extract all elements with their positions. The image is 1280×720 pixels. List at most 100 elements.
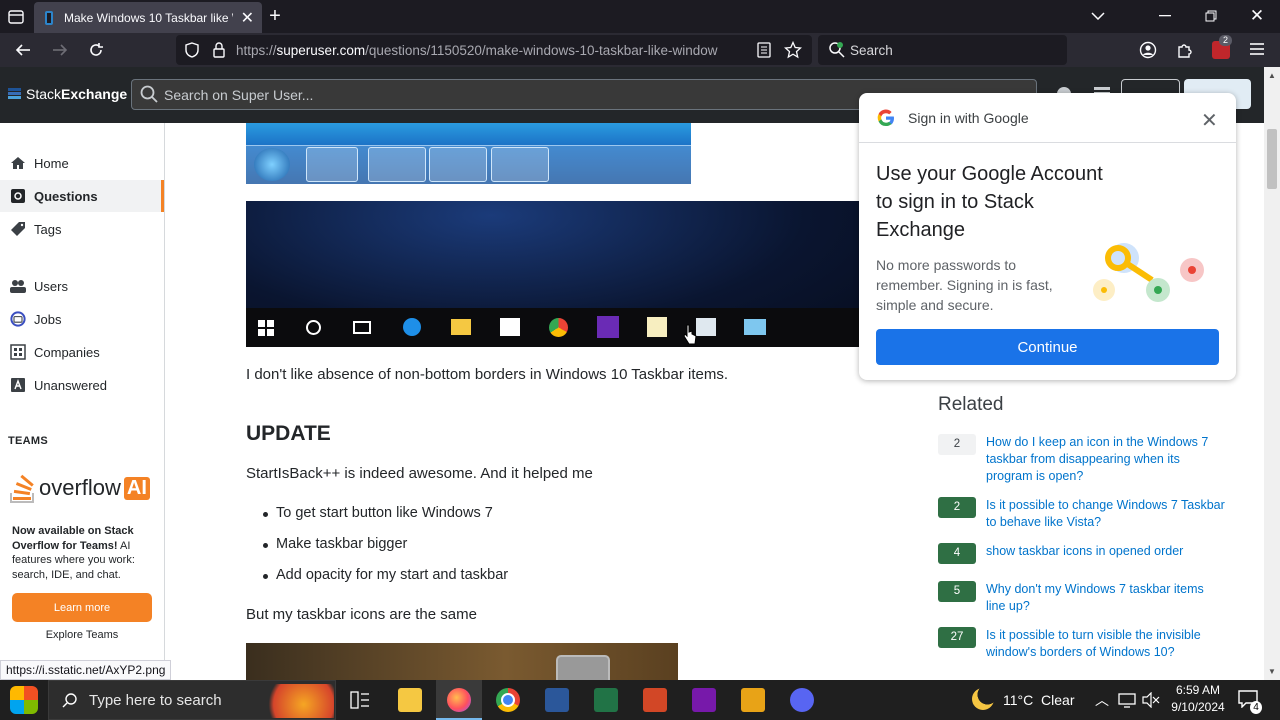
users-icon <box>10 279 26 293</box>
post-paragraph-2: StartIsBack++ is indeed awesome. And it … <box>246 465 593 482</box>
forward-arrow-icon[interactable] <box>50 40 70 60</box>
sidebar-item-unanswered[interactable]: Unanswered <box>0 369 164 401</box>
notepad-icon <box>647 317 667 337</box>
related-item[interactable]: 2 Is it possible to change Windows 7 Task… <box>938 497 1238 531</box>
file-explorer-taskbar-icon[interactable] <box>398 688 422 712</box>
system-clock[interactable]: 6:59 AM 9/10/2024 <box>1163 682 1233 716</box>
new-tab-icon[interactable]: + <box>265 5 285 27</box>
sidebar-item-label: Questions <box>34 188 98 204</box>
sidebar-item-users[interactable]: Users <box>0 270 164 302</box>
sidebar-item-label: Home <box>34 155 69 171</box>
bookmark-star-icon[interactable] <box>784 41 802 59</box>
restore-icon[interactable] <box>1201 6 1221 26</box>
tracking-protection-icon[interactable] <box>184 42 200 58</box>
stack-overflow-icon <box>10 474 34 503</box>
sidebar-item-home[interactable]: Home <box>0 147 164 179</box>
list-all-tabs-icon[interactable] <box>1088 6 1108 26</box>
word-taskbar-icon[interactable] <box>545 688 569 712</box>
scroll-down-icon[interactable]: ▼ <box>1268 667 1276 676</box>
powerpoint-taskbar-icon[interactable] <box>643 688 667 712</box>
related-score-badge: 2 <box>938 497 976 518</box>
related-link-line: to behave like Vista? <box>986 515 1102 529</box>
outlook-taskbar-icon[interactable] <box>741 688 765 712</box>
post-paragraph-1: I don't like absence of non-bottom borde… <box>246 366 728 383</box>
related-question-link[interactable]: Is it possible to turn visible the invis… <box>986 627 1201 661</box>
related-link-line: Is it possible to turn visible the invis… <box>986 628 1201 642</box>
account-icon[interactable] <box>1139 41 1157 59</box>
related-link-line: line up? <box>986 599 1030 613</box>
related-question-link[interactable]: Is it possible to change Windows 7 Taskb… <box>986 497 1225 531</box>
related-link-line: Is it possible to change Windows 7 Taskb… <box>986 498 1225 512</box>
related-link-line: taskbar from disappearing when its <box>986 452 1180 466</box>
related-item[interactable]: 4 show taskbar icons in opened order <box>938 543 1238 564</box>
related-item[interactable]: 2 How do I keep an icon in the Windows 7 t… <box>938 434 1238 485</box>
sidebar-item-jobs[interactable]: Jobs <box>0 303 164 335</box>
stackexchange-logo[interactable]: StackExchange <box>8 86 127 102</box>
taskbar-icons-screenshot <box>246 643 678 680</box>
taskbar-search-icon <box>62 692 78 708</box>
google-g-icon <box>876 108 896 128</box>
url-path: /questions/1150520/make-windows-10-taskb… <box>365 42 718 58</box>
start-button-icon[interactable] <box>10 686 38 714</box>
google-popup-close-icon[interactable]: ✕ <box>1201 108 1218 133</box>
sidebar-item-companies[interactable]: Companies <box>0 336 164 368</box>
sidebar-item-label: Companies <box>34 344 100 360</box>
lock-icon[interactable] <box>212 42 226 58</box>
edge-icon <box>403 318 421 336</box>
related-score-badge: 4 <box>938 543 976 564</box>
related-question-link[interactable]: show taskbar icons in opened order <box>986 543 1183 564</box>
ai-wordmark: AI <box>123 476 150 500</box>
chrome-icon-in-screenshot <box>549 318 568 337</box>
related-question-link[interactable]: How do I keep an icon in the Windows 7 ta… <box>986 434 1208 485</box>
excel-taskbar-icon[interactable] <box>594 688 618 712</box>
minimize-icon[interactable] <box>1155 6 1175 26</box>
related-item[interactable]: 27 Is it possible to turn visible the inv… <box>938 627 1238 661</box>
weather-text[interactable]: 11°C Clear <box>1003 692 1074 708</box>
settings-app-icon <box>597 316 619 338</box>
cortana-icon <box>306 320 321 335</box>
store-icon <box>500 318 520 336</box>
discord-taskbar-icon[interactable] <box>790 688 814 712</box>
task-view-taskbar-icon[interactable] <box>350 691 370 709</box>
tab-close-icon[interactable]: ✕ <box>241 8 254 28</box>
reload-icon[interactable] <box>86 40 106 60</box>
learn-more-button[interactable]: Learn more <box>12 593 152 622</box>
hamburger-menu-icon[interactable] <box>1249 42 1265 56</box>
tray-chevron-icon[interactable]: ︿ <box>1095 690 1109 710</box>
url-bar[interactable]: https://superuser.com/questions/1150520/… <box>176 35 812 65</box>
back-arrow-icon[interactable] <box>13 40 33 60</box>
extensions-icon[interactable] <box>1176 41 1194 59</box>
superuser-favicon-icon <box>42 10 56 26</box>
questions-icon <box>10 188 26 204</box>
sidebar-item-questions[interactable]: Questions <box>0 180 164 212</box>
sidebar-item-label: Users <box>34 278 68 294</box>
home-icon <box>10 156 26 170</box>
bullet-item-1: To get start button like Windows 7 <box>276 505 493 521</box>
scroll-up-icon[interactable]: ▲ <box>1268 71 1276 80</box>
browser-search-placeholder: Search <box>850 42 893 58</box>
browser-search-bar[interactable]: Search <box>818 35 1067 65</box>
reader-view-icon[interactable] <box>757 42 771 58</box>
search-engine-icon[interactable] <box>828 41 846 59</box>
tab-list-icon[interactable] <box>6 8 26 26</box>
scrollbar-thumb[interactable] <box>1267 129 1277 189</box>
paint-icon <box>491 147 549 182</box>
volume-muted-icon[interactable] <box>1142 692 1160 708</box>
related-question-link[interactable]: Why don't my Windows 7 taskbar items line… <box>986 581 1204 615</box>
window-close-icon[interactable]: ✕ <box>1247 6 1267 26</box>
notification-count: 4 <box>1250 701 1262 714</box>
page-scrollbar[interactable]: ▲ ▼ <box>1264 67 1280 680</box>
sidebar-item-tags[interactable]: Tags <box>0 213 164 245</box>
google-continue-button[interactable]: Continue <box>876 329 1219 365</box>
overflow-ai-promo-text: Now available on Stack Overflow for Team… <box>12 524 152 582</box>
network-icon[interactable] <box>1118 692 1136 708</box>
explore-teams-link[interactable]: Explore Teams <box>12 629 152 641</box>
browser-tab-active[interactable]: Make Windows 10 Taskbar like W ✕ <box>34 2 262 33</box>
sidebar-item-label: Unanswered <box>34 377 107 393</box>
onenote-taskbar-icon[interactable] <box>692 688 716 712</box>
related-score-badge: 2 <box>938 434 976 455</box>
computer-icon <box>696 318 716 336</box>
firefox-taskbar-icon[interactable] <box>447 688 471 712</box>
related-item[interactable]: 5 Why don't my Windows 7 taskbar items lin… <box>938 581 1238 615</box>
site-search-placeholder: Search on Super User... <box>164 86 314 103</box>
